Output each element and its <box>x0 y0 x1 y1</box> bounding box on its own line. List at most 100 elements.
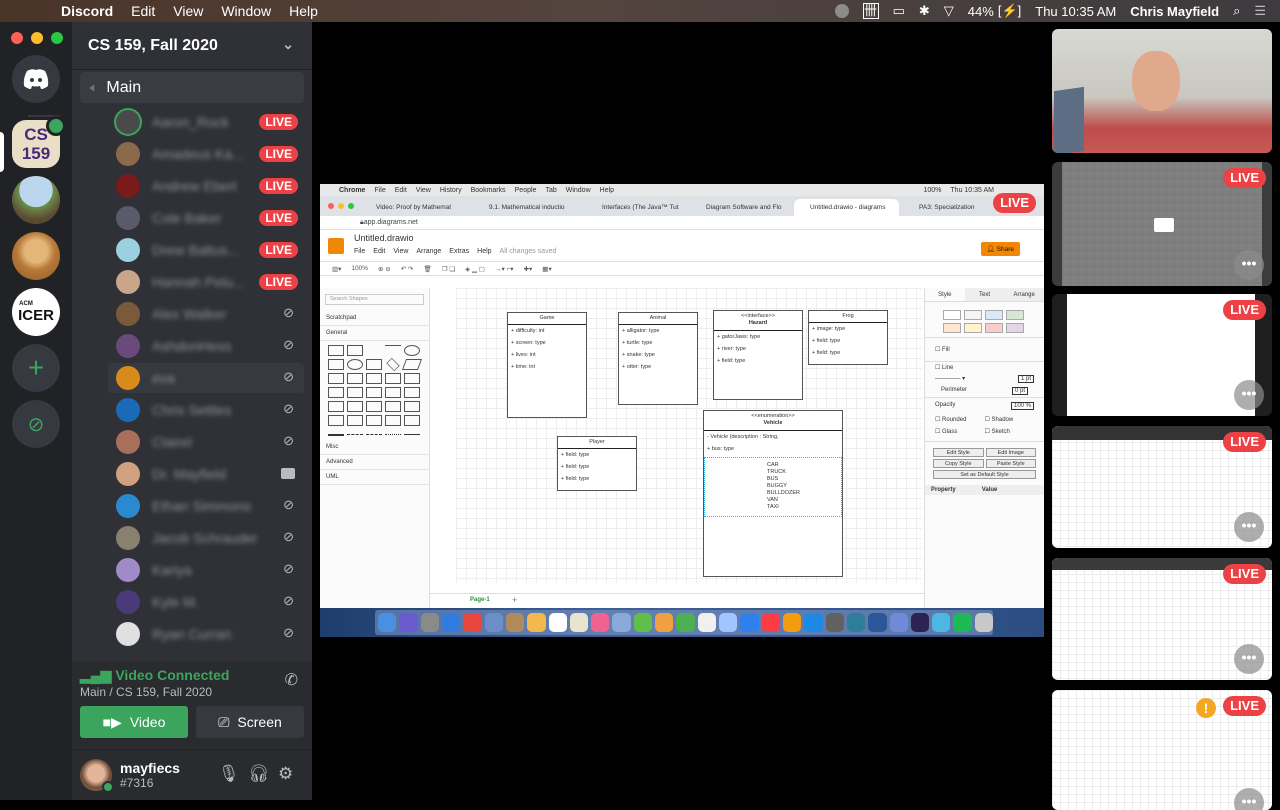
more-options-button[interactable]: ••• <box>1234 250 1264 280</box>
avatar[interactable] <box>116 142 140 166</box>
dock-app-icon <box>676 613 695 632</box>
server-church[interactable] <box>12 176 60 224</box>
avatar[interactable] <box>116 302 140 326</box>
record-indicator-icon[interactable] <box>834 4 849 18</box>
avatar[interactable] <box>116 430 140 454</box>
avatar[interactable] <box>116 558 140 582</box>
video-tile-stream[interactable]: LIVE ••• <box>1052 294 1272 416</box>
disconnect-icon[interactable]: ✆ <box>285 670 298 690</box>
minimize-window-button[interactable] <box>31 32 43 44</box>
avatar[interactable] <box>116 398 140 422</box>
style-swatch <box>943 310 961 320</box>
voice-member[interactable]: Kariya ⊘ <box>108 555 304 585</box>
avatar[interactable] <box>116 590 140 614</box>
voice-member[interactable]: Ryan Curran ⊘ <box>108 619 304 649</box>
headphones-icon[interactable]: 🎧︎ <box>248 764 270 784</box>
live-badge[interactable]: LIVE <box>259 242 298 258</box>
live-badge[interactable]: LIVE <box>259 114 298 130</box>
video-tile-stream[interactable]: LIVE ••• <box>1052 162 1272 286</box>
dock-app-icon <box>974 613 994 632</box>
video-tile-stream[interactable]: LIVE ••• <box>1052 558 1272 680</box>
avatar[interactable] <box>116 526 140 550</box>
tray-app-icon[interactable]: 卌 <box>862 3 879 19</box>
menu-help[interactable]: Help <box>289 3 318 19</box>
notification-center-icon[interactable]: ☰ <box>1254 3 1266 19</box>
voice-member[interactable]: Ethan Simmons ⊘ <box>108 491 304 521</box>
style-swatch <box>964 310 982 320</box>
avatar[interactable] <box>116 462 140 486</box>
close-window-button[interactable] <box>11 32 23 44</box>
spotlight-search-icon[interactable]: ⌕ <box>1233 3 1240 19</box>
more-options-button[interactable]: ••• <box>1234 788 1264 810</box>
settings-gear-icon[interactable]: ⚙ <box>278 764 293 784</box>
more-options-button[interactable]: ••• <box>1234 644 1264 674</box>
screen-share-button[interactable]: ⎚ Screen <box>196 706 304 738</box>
voice-member[interactable]: AshdonHess ⊘ <box>108 331 304 361</box>
server-family[interactable] <box>12 232 60 280</box>
menubar-clock[interactable]: Thu 10:35 AM <box>1035 4 1116 19</box>
voice-member[interactable]: Cole Baker LIVE <box>108 203 304 233</box>
avatar[interactable] <box>116 174 140 198</box>
home-button[interactable] <box>12 55 60 103</box>
menu-window[interactable]: Window <box>221 3 271 19</box>
avatar[interactable] <box>116 270 140 294</box>
avatar[interactable] <box>116 110 140 134</box>
style-swatch <box>943 323 961 333</box>
server-cs159[interactable]: CS 159 <box>12 116 66 168</box>
avatar[interactable] <box>116 238 140 262</box>
voice-member[interactable]: Chris Settles ⊘ <box>108 395 304 425</box>
mic-muted-icon: ⊘ <box>283 305 294 320</box>
warning-icon[interactable]: ! <box>1196 698 1216 718</box>
voice-member[interactable]: Clairel ⊘ <box>108 427 304 457</box>
bluetooth-icon[interactable]: ✱ <box>919 3 930 19</box>
more-options-button[interactable]: ••• <box>1234 380 1264 410</box>
voice-member[interactable]: Kyle M. ⊘ <box>108 587 304 617</box>
live-badge[interactable]: LIVE <box>259 274 298 290</box>
menu-view[interactable]: View <box>173 3 203 19</box>
battery-charging-icon[interactable]: [⚡] <box>998 3 1021 19</box>
avatar[interactable] <box>116 494 140 518</box>
live-badge[interactable]: LIVE <box>259 146 298 162</box>
voice-member[interactable]: Andrew Ebert LIVE <box>108 171 304 201</box>
member-name: Kyle M. <box>152 594 199 610</box>
voice-member[interactable]: Alex Walker ⊘ <box>108 299 304 329</box>
signal-bars-icon: ▂▄▆ <box>80 667 116 683</box>
avatar[interactable] <box>116 622 140 646</box>
live-badge[interactable]: LIVE <box>259 210 298 226</box>
video-button[interactable]: ■▶ Video <box>80 706 188 738</box>
voice-channel-main[interactable]: 🔈︎ Main <box>80 72 304 103</box>
voice-member[interactable]: Hannah Pelu... LIVE <box>108 267 304 297</box>
video-tile-stream[interactable]: LIVE ••• <box>1052 426 1272 548</box>
menubar-user[interactable]: Chris Mayfield <box>1130 4 1219 19</box>
drawio-canvas: Game + difficulty: int + screen: type + li… <box>456 288 922 583</box>
maximize-window-button[interactable] <box>51 32 63 44</box>
video-tile-camera[interactable] <box>1052 29 1272 153</box>
live-badge[interactable]: LIVE <box>259 178 298 194</box>
voice-member[interactable]: Aaron_Rock LIVE <box>108 107 304 137</box>
shared-screen-stream[interactable]: Chrome File Edit View History Bookmarks … <box>320 184 1044 637</box>
avatar[interactable] <box>116 334 140 358</box>
avatar[interactable] <box>116 366 140 390</box>
server-header[interactable]: CS 159, Fall 2020 ⌄ <box>72 22 312 70</box>
voice-member[interactable]: Jacob Schrauder ⊘ <box>108 523 304 553</box>
voice-location[interactable]: Main / CS 159, Fall 2020 <box>80 685 212 699</box>
add-server-button[interactable]: + <box>12 344 60 392</box>
stream-macos-dock <box>320 608 1044 637</box>
voice-member[interactable]: Dr. Mayfield <box>108 459 304 489</box>
explore-servers-button[interactable]: ⊘ <box>12 400 60 448</box>
voice-member[interactable]: Drew Baltus... LIVE <box>108 235 304 265</box>
video-tile-stream[interactable]: ! LIVE ••• <box>1052 690 1272 810</box>
member-name: Cole Baker <box>152 210 222 226</box>
more-options-button[interactable]: ••• <box>1234 512 1264 542</box>
wifi-icon[interactable]: ▽ <box>944 3 954 19</box>
mic-muted-icon: ⊘ <box>283 433 294 448</box>
airplay-icon[interactable]: ▭ <box>893 3 905 19</box>
voice-member[interactable]: Amadeus Ka... LIVE <box>108 139 304 169</box>
server-icer[interactable]: ACM ICER <box>12 288 60 336</box>
avatar[interactable] <box>116 206 140 230</box>
voice-member[interactable]: eva ⊘ <box>108 363 304 393</box>
menu-app-name[interactable]: Discord <box>61 3 113 19</box>
menu-edit[interactable]: Edit <box>131 3 155 19</box>
battery-percent[interactable]: 44% <box>968 4 994 19</box>
microphone-icon[interactable]: 🎙︎ <box>218 764 240 784</box>
